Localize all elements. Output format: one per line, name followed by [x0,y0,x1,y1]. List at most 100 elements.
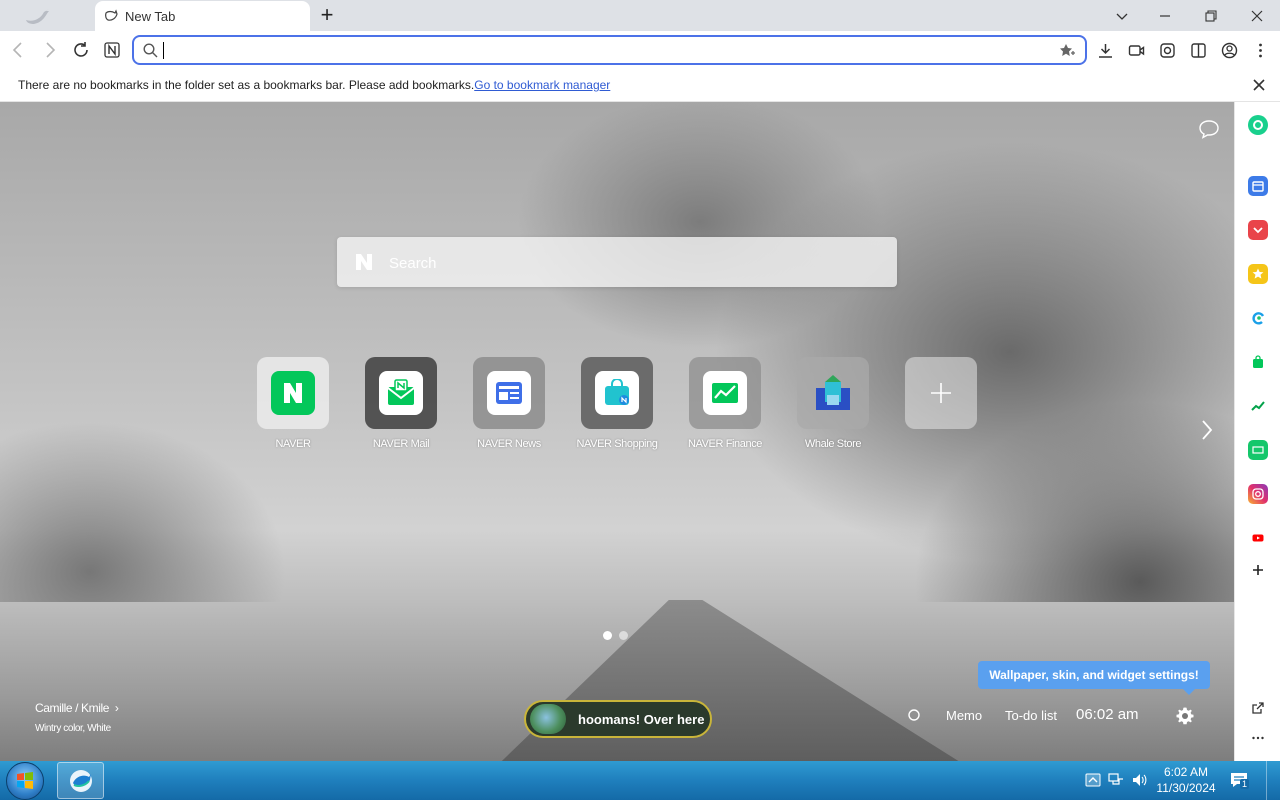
action-center-button[interactable]: 1 [1229,770,1250,790]
sidebar-instagram-icon[interactable] [1248,484,1268,504]
chevron-right-icon: › [114,701,119,715]
bookmarks-notice: There are no bookmarks in the folder set… [18,78,610,92]
clock-widget[interactable]: 06:02 am [1076,706,1139,723]
calendar-icon [1252,181,1264,192]
close-icon [1251,10,1263,21]
gear-icon[interactable] [1175,706,1195,726]
shopping-bag-icon [1253,355,1263,368]
taskbar-whale-button[interactable] [57,762,104,799]
add-shortcut-icon [931,383,951,403]
sidebar-pocket-icon[interactable] [1248,220,1268,240]
shortcut-label: NAVER [275,438,311,450]
naver-home-icon [104,42,120,58]
close-notice-icon[interactable] [1251,77,1267,93]
capture-button[interactable] [1157,40,1177,60]
close-window-button[interactable] [1234,0,1280,31]
wallpaper-credit[interactable]: Camille / Kmile › Wintry color, White [35,701,119,734]
tray-time: 6:02 AM [1163,765,1209,779]
bookmarks-bar: There are no bookmarks in the folder set… [0,69,1280,102]
page-dot[interactable] [619,631,628,640]
restore-button[interactable] [1188,0,1234,31]
sidebar-more-button[interactable] [1248,728,1268,748]
minimize-button[interactable] [1142,0,1188,31]
back-button[interactable] [6,38,30,62]
forward-button[interactable] [38,38,62,62]
tray-clock[interactable]: 6:02 AM 11/30/2024 [1153,764,1219,796]
naver-shopping-icon [595,371,639,415]
bookmark-star-icon[interactable] [1059,43,1076,58]
volume-icon[interactable] [1131,772,1147,788]
download-icon [1098,43,1112,58]
naver-news-icon [487,371,531,415]
screen-capture-button[interactable] [1126,40,1146,60]
naver-home-button[interactable] [100,38,124,62]
start-button[interactable] [6,762,44,800]
weather-icon[interactable] [907,708,921,722]
shortcut-label: NAVER Mail [372,438,430,450]
sidebar-favorites-icon[interactable] [1248,264,1268,284]
news-thumbnail [530,704,566,734]
bookmark-manager-link[interactable]: Go to bookmark manager [474,78,610,92]
credit-author: Camille / Kmile [35,701,110,715]
sidebar-translate-icon[interactable] [1248,308,1268,328]
camera-icon [1159,42,1175,58]
windows-logo-icon [17,772,33,789]
new-tab-button[interactable]: + [316,4,338,27]
new-tab-page: Search NAVER NAVER Mail NAVER News NAVER… [0,102,1234,761]
add-shortcut[interactable] [896,357,986,438]
downloads-button[interactable] [1095,40,1115,60]
page-dot-active[interactable] [603,631,612,640]
network-icon[interactable] [1108,772,1124,788]
sidebar-webtoon-icon[interactable] [1248,440,1268,460]
sidebar-shopping-icon[interactable] [1248,352,1268,372]
shortcut-whale-store[interactable]: Whale Store [788,357,878,451]
sidebar-youtube-icon[interactable] [1248,528,1268,548]
shortcut-tile [581,357,653,429]
search-icon [143,43,158,58]
naver-logo-icon [356,254,372,270]
sidebar-open-external-button[interactable] [1248,698,1268,718]
shortcut-label: Whale Store [804,438,862,450]
show-desktop-button[interactable] [1266,761,1280,800]
whale-browser-icon [69,769,92,792]
todo-widget[interactable]: To-do list [1005,708,1057,723]
sidebar-toggle-button[interactable] [1188,40,1208,60]
sidebar-add-button[interactable] [1248,560,1268,580]
sidebar-green-dot-icon[interactable] [1248,115,1268,135]
naver-finance-icon [703,371,747,415]
profile-button[interactable] [1219,40,1239,60]
menu-button[interactable] [1250,40,1270,60]
search-placeholder: Search [389,255,437,272]
arrow-right-icon [46,42,56,58]
youtube-icon [1252,534,1264,542]
reload-icon [74,42,88,57]
memo-widget[interactable]: Memo [946,708,982,723]
tray-expand-icon[interactable] [1085,772,1101,788]
naver-search-box[interactable]: Search [337,237,897,287]
tab-list-button[interactable] [1099,0,1145,31]
text-caret [163,42,164,59]
shortcut-naver[interactable]: NAVER [248,357,338,451]
shortcut-naver-news[interactable]: NAVER News [464,357,554,451]
address-input[interactable] [166,40,1046,62]
tab-strip: New Tab + [0,0,1280,31]
shortcuts-next-icon[interactable] [1199,418,1215,442]
shortcut-naver-shopping[interactable]: NAVER Shopping [572,357,662,451]
chat-bubble-icon[interactable] [1198,119,1220,139]
tab-new-tab[interactable]: New Tab [95,1,310,31]
notification-count: 1 [1240,779,1250,789]
shortcut-tile [365,357,437,429]
sidebar-finance-icon[interactable] [1248,396,1268,416]
sidebar-calendar-icon[interactable] [1248,176,1268,196]
shortcut-tile [689,357,761,429]
bookmarks-notice-text: There are no bookmarks in the folder set… [18,78,475,92]
twitter-bird-icon [26,9,49,24]
minimize-icon [1160,14,1170,17]
news-pill[interactable]: hoomans! Over here [524,700,712,738]
shortcut-naver-mail[interactable]: NAVER Mail [356,357,446,451]
chart-line-icon [1251,401,1265,411]
shortcut-naver-finance[interactable]: NAVER Finance [680,357,770,451]
credit-subtitle: Wintry color, White [35,723,111,734]
reload-button[interactable] [69,38,93,62]
address-bar[interactable] [132,35,1087,65]
